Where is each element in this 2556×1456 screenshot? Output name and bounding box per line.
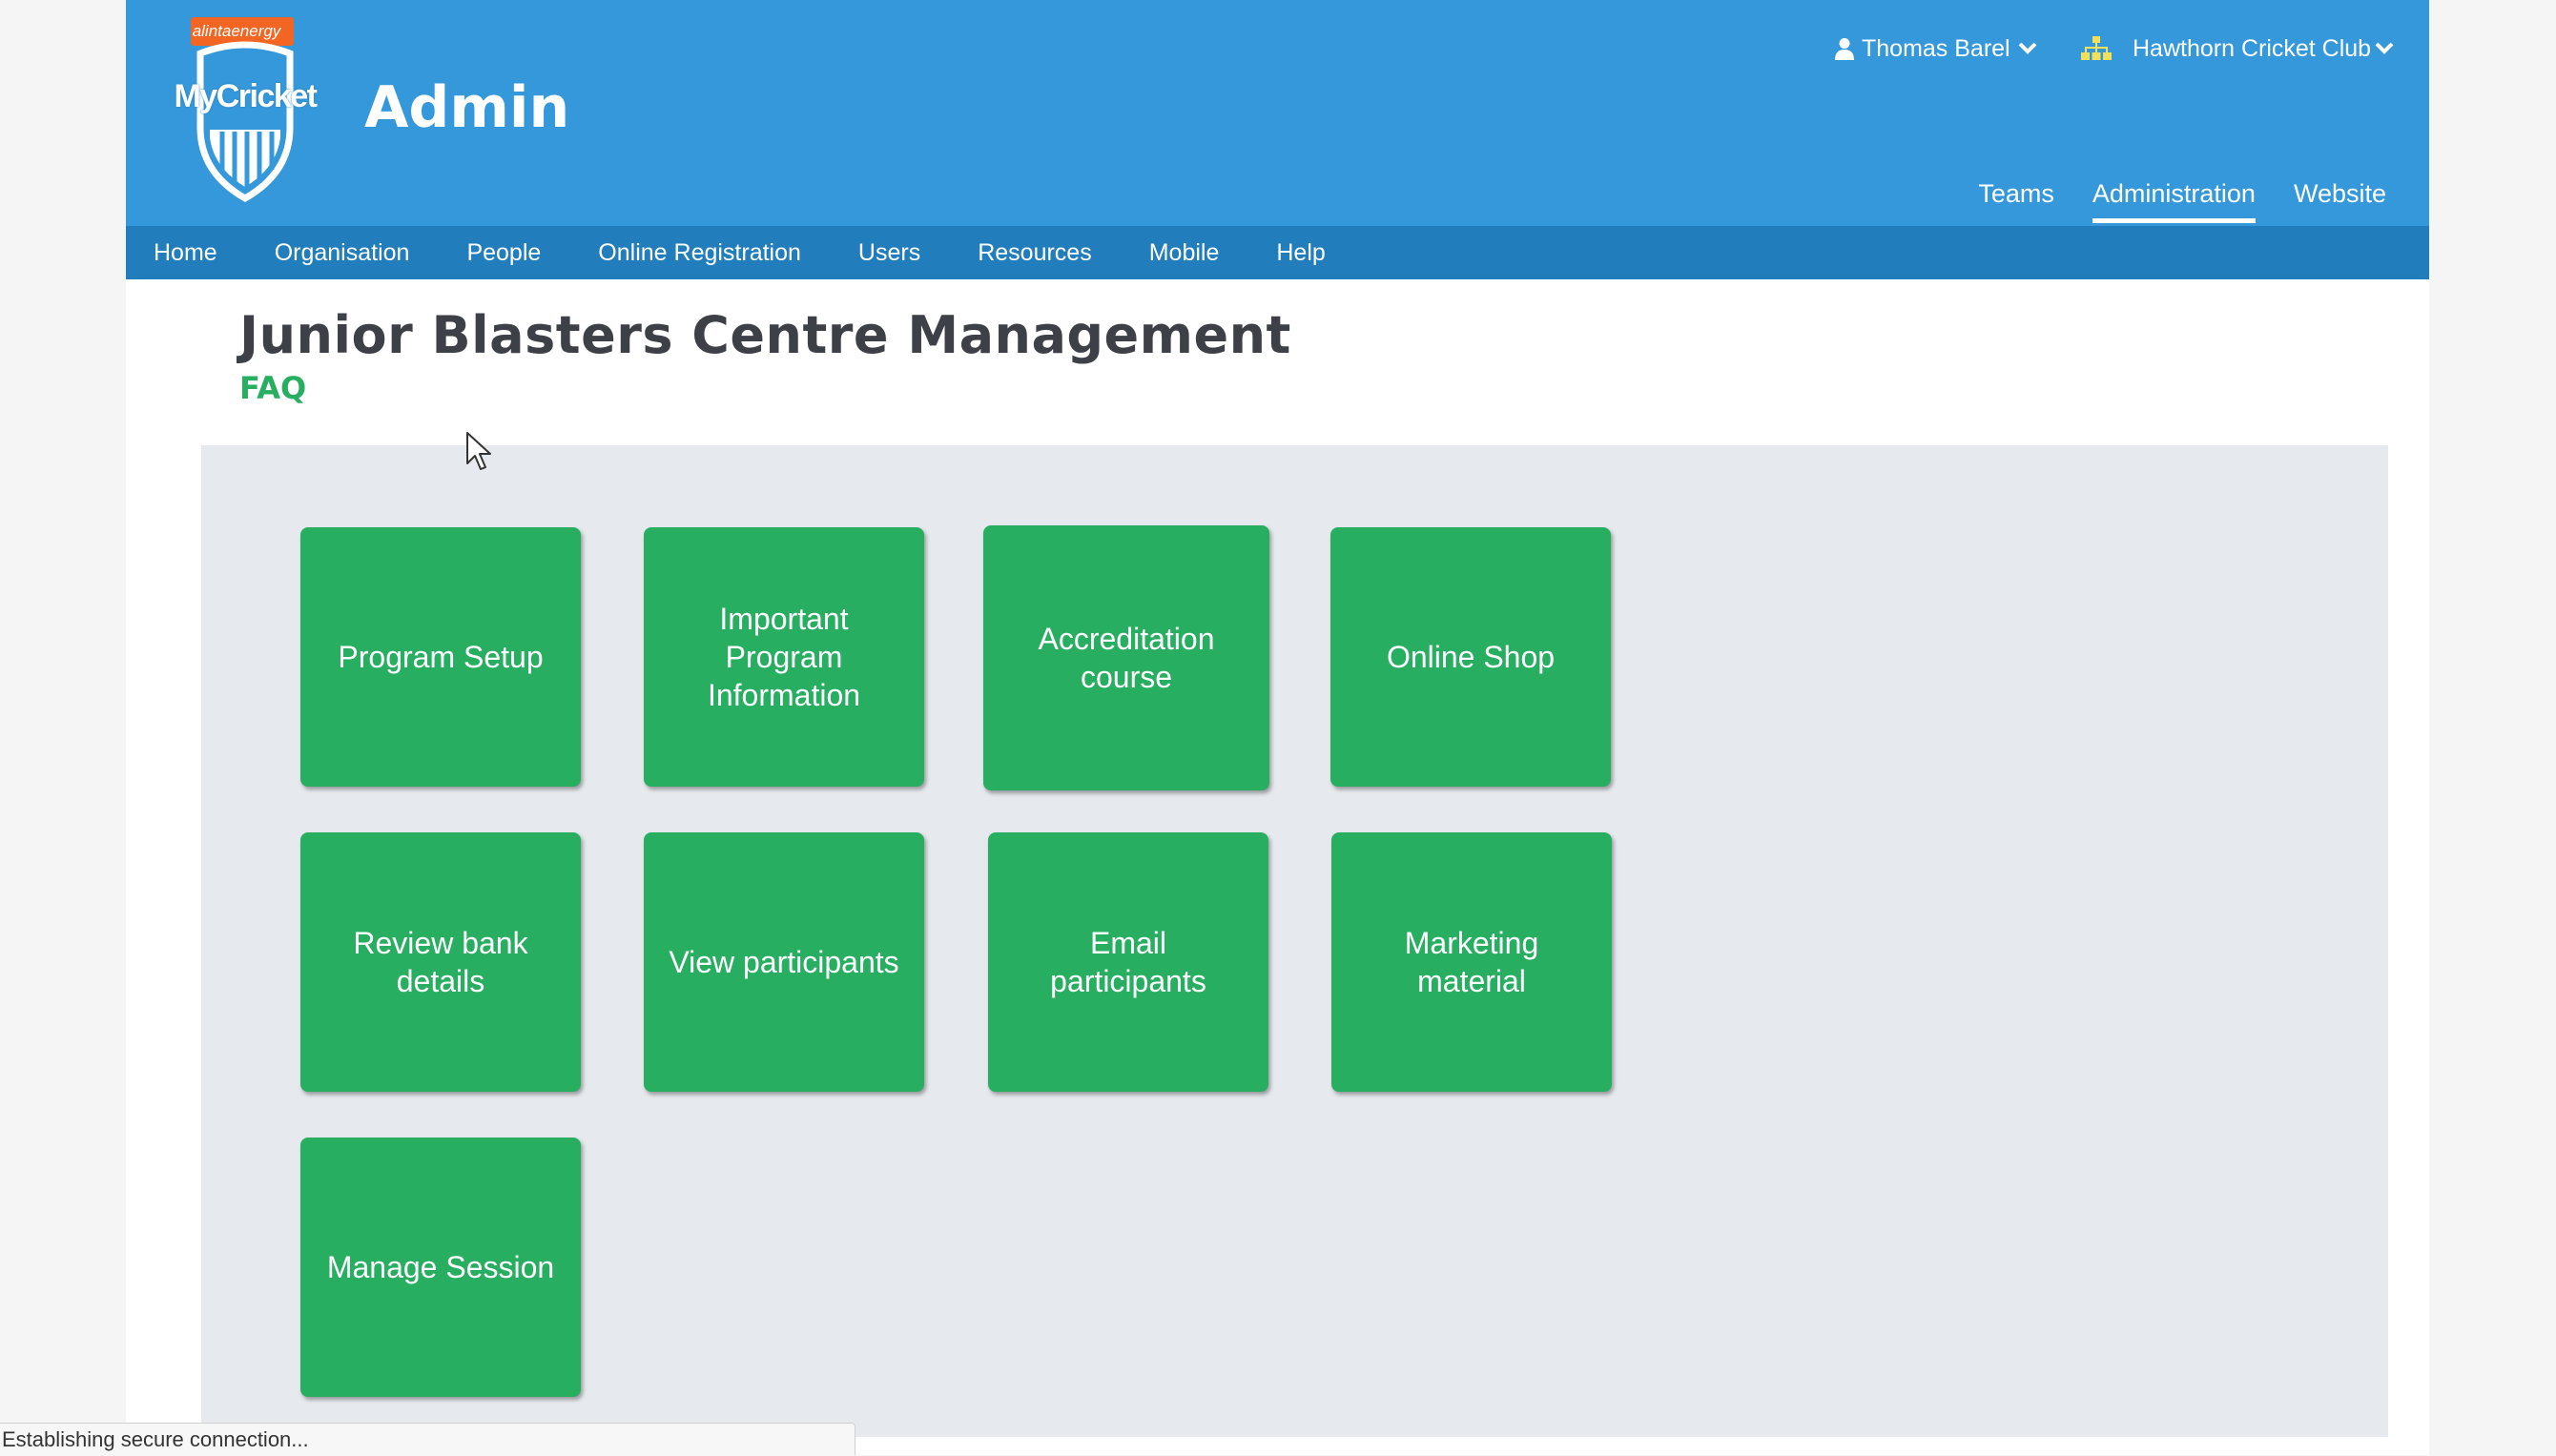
tab-website[interactable]: Website (2294, 177, 2386, 215)
user-menu[interactable]: Thomas Barel (1835, 32, 2045, 65)
club-name: Hawthorn Cricket Club (2133, 34, 2372, 62)
club-menu[interactable]: Hawthorn Cricket Club (2081, 32, 2394, 65)
nav-item-online-registration[interactable]: Online Registration (598, 239, 801, 267)
tab-administration[interactable]: Administration (2092, 177, 2257, 223)
nav-item-home[interactable]: Home (154, 239, 217, 267)
logo-text: MyCricket (174, 78, 318, 114)
mouse-pointer-icon (466, 432, 491, 470)
marketing-material-tile[interactable]: Marketing material (1331, 832, 1612, 1092)
online-shop-tile[interactable]: Online Shop (1330, 527, 1611, 787)
manage-session-tile[interactable]: Manage Session (300, 1138, 581, 1397)
accreditation-course-tile[interactable]: Accreditation course (983, 525, 1269, 790)
nav-item-mobile[interactable]: Mobile (1149, 239, 1220, 267)
nav-item-help[interactable]: Help (1276, 239, 1325, 267)
email-participants-tile[interactable]: Email participants (988, 832, 1268, 1092)
faq-link[interactable]: FAQ (239, 370, 306, 406)
mycricket-logo[interactable]: alintaenergy MyCricket (164, 15, 326, 206)
header: alintaenergy MyCricket Admin Thomas Bare… (126, 0, 2429, 226)
nav-item-resources[interactable]: Resources (978, 239, 1092, 267)
browser-status-bar: Establishing secure connection... (0, 1423, 855, 1455)
nav-item-organisation[interactable]: Organisation (275, 239, 410, 267)
page-title: Junior Blasters Centre Management (239, 305, 1291, 365)
app-title: Admin (364, 74, 570, 141)
view-participants-tile[interactable]: View participants (644, 832, 924, 1092)
review-bank-details-tile[interactable]: Review bank details (300, 832, 581, 1092)
chevron-down-icon (2018, 42, 2037, 54)
main-nav: Home Organisation People Online Registra… (126, 226, 2429, 279)
user-name: Thomas Barel (1862, 34, 2010, 62)
sponsor-logo-text: alintaenergy (192, 22, 281, 40)
tiles-panel: Program Setup Important Program Informat… (201, 445, 2388, 1437)
nav-item-people[interactable]: People (466, 239, 541, 267)
nav-item-users[interactable]: Users (858, 239, 920, 267)
program-setup-tile[interactable]: Program Setup (300, 527, 581, 787)
chevron-down-icon (2375, 42, 2394, 54)
user-icon (1835, 38, 1854, 60)
page: alintaenergy MyCricket Admin Thomas Bare… (126, 0, 2429, 1455)
sitemap-icon (2081, 36, 2112, 60)
top-tabs: Teams Administration Website (1940, 177, 2386, 223)
important-program-information-tile[interactable]: Important Program Information (644, 527, 924, 787)
tab-teams[interactable]: Teams (1978, 177, 2054, 215)
